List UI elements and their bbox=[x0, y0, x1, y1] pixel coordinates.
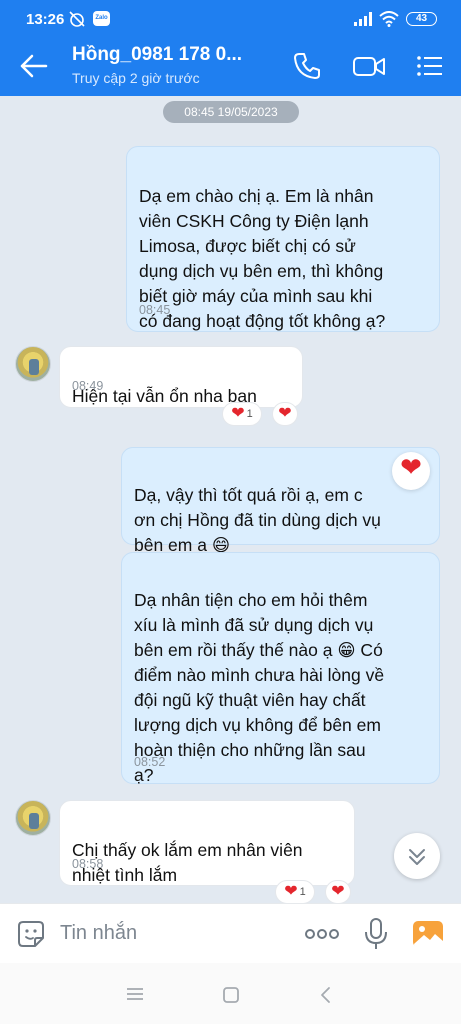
message-input-bar: Tin nhắn bbox=[0, 903, 461, 963]
home-button[interactable] bbox=[221, 985, 241, 1005]
menu-icon bbox=[417, 56, 442, 76]
message-bubble-outgoing[interactable]: Dạ nhân tiện cho em hỏi thêm xíu là mình… bbox=[121, 552, 440, 785]
microphone-icon bbox=[365, 918, 387, 949]
reaction-count: 1 bbox=[299, 886, 306, 898]
message-text: Dạ, vậy thì tốt quá rồi ạ, em c ơn chị H… bbox=[134, 485, 381, 555]
call-button[interactable] bbox=[291, 50, 323, 82]
wifi-icon bbox=[379, 11, 399, 27]
sticker-button[interactable] bbox=[15, 918, 47, 950]
video-call-icon bbox=[353, 57, 385, 76]
voice-record-button[interactable] bbox=[363, 916, 389, 952]
sticker-icon bbox=[18, 921, 44, 947]
heart-icon: ❤ bbox=[278, 405, 292, 422]
more-options-button[interactable] bbox=[303, 924, 341, 944]
message-input[interactable]: Tin nhắn bbox=[60, 922, 137, 945]
signal-icon bbox=[354, 12, 372, 26]
status-bar: 13:26 Zalo 43 bbox=[0, 0, 461, 36]
react-heart-button[interactable]: ❤ bbox=[272, 402, 298, 426]
phone-icon bbox=[294, 53, 320, 79]
heart-icon: ❤ bbox=[400, 452, 422, 482]
chat-options-button[interactable] bbox=[414, 50, 446, 82]
last-seen-status: Truy cập 2 giờ trước bbox=[72, 70, 200, 86]
heart-icon: ❤ bbox=[231, 405, 245, 422]
reaction-count: 1 bbox=[246, 408, 253, 420]
message-text: Dạ nhân tiện cho em hỏi thêm xíu là mình… bbox=[134, 590, 385, 785]
message-bubble-outgoing[interactable]: Dạ em chào chị ạ. Em là nhân viên CSKH C… bbox=[126, 146, 440, 332]
message-text: Dạ em chào chị ạ. Em là nhân viên CSKH C… bbox=[139, 186, 386, 331]
zalo-notification-icon: Zalo bbox=[93, 11, 110, 26]
back-chevron-icon bbox=[321, 987, 330, 1003]
back-button[interactable] bbox=[18, 51, 50, 81]
system-navigation-bar bbox=[0, 963, 461, 1024]
react-heart-button[interactable]: ❤ bbox=[325, 880, 351, 904]
battery-level: 43 bbox=[406, 12, 437, 26]
photo-picker-button[interactable] bbox=[411, 917, 445, 951]
reaction-summary[interactable]: ❤ 1 bbox=[275, 880, 315, 904]
alarm-off-icon bbox=[69, 11, 85, 27]
message-bubble-outgoing[interactable]: Dạ, vậy thì tốt quá rồi ạ, em c ơn chị H… bbox=[121, 447, 440, 555]
home-icon bbox=[223, 987, 239, 1003]
contact-avatar[interactable] bbox=[15, 346, 51, 382]
contact-avatar[interactable] bbox=[15, 800, 51, 836]
recents-icon bbox=[127, 988, 143, 1000]
recents-button[interactable] bbox=[124, 985, 146, 1003]
status-time: 13:26 bbox=[26, 11, 65, 28]
scroll-to-bottom-button[interactable] bbox=[394, 833, 440, 879]
message-time: 08:52 bbox=[134, 755, 166, 769]
message-time: 08:58 bbox=[72, 857, 104, 871]
back-arrow-icon bbox=[20, 54, 48, 78]
reaction-summary[interactable]: ❤ 1 bbox=[222, 402, 262, 426]
message-text: Chị thấy ok lắm em nhân viên nhiệt tình … bbox=[72, 840, 303, 885]
message-time: 08:45 bbox=[139, 303, 171, 317]
image-icon bbox=[413, 921, 443, 947]
chat-header: Hồng_0981 178 0... Truy cập 2 giờ trước bbox=[0, 36, 461, 96]
message-time: 08:49 bbox=[72, 379, 104, 393]
message-bubble-incoming[interactable]: Chị thấy ok lắm em nhân viên nhiệt tình … bbox=[59, 800, 355, 886]
more-icon bbox=[305, 929, 339, 939]
contact-name[interactable]: Hồng_0981 178 0... bbox=[72, 44, 242, 66]
date-separator: 08:45 19/05/2023 bbox=[163, 101, 299, 123]
heart-icon: ❤ bbox=[284, 883, 298, 900]
back-nav-button[interactable] bbox=[318, 984, 334, 1006]
double-chevron-down-icon bbox=[409, 849, 425, 865]
heart-icon: ❤ bbox=[331, 883, 345, 900]
message-bubble-incoming[interactable]: Hiện tại vẫn ổn nha bạn 08:49 bbox=[59, 346, 303, 408]
heart-reaction-button[interactable]: ❤ bbox=[392, 452, 430, 490]
video-call-button[interactable] bbox=[352, 50, 385, 82]
